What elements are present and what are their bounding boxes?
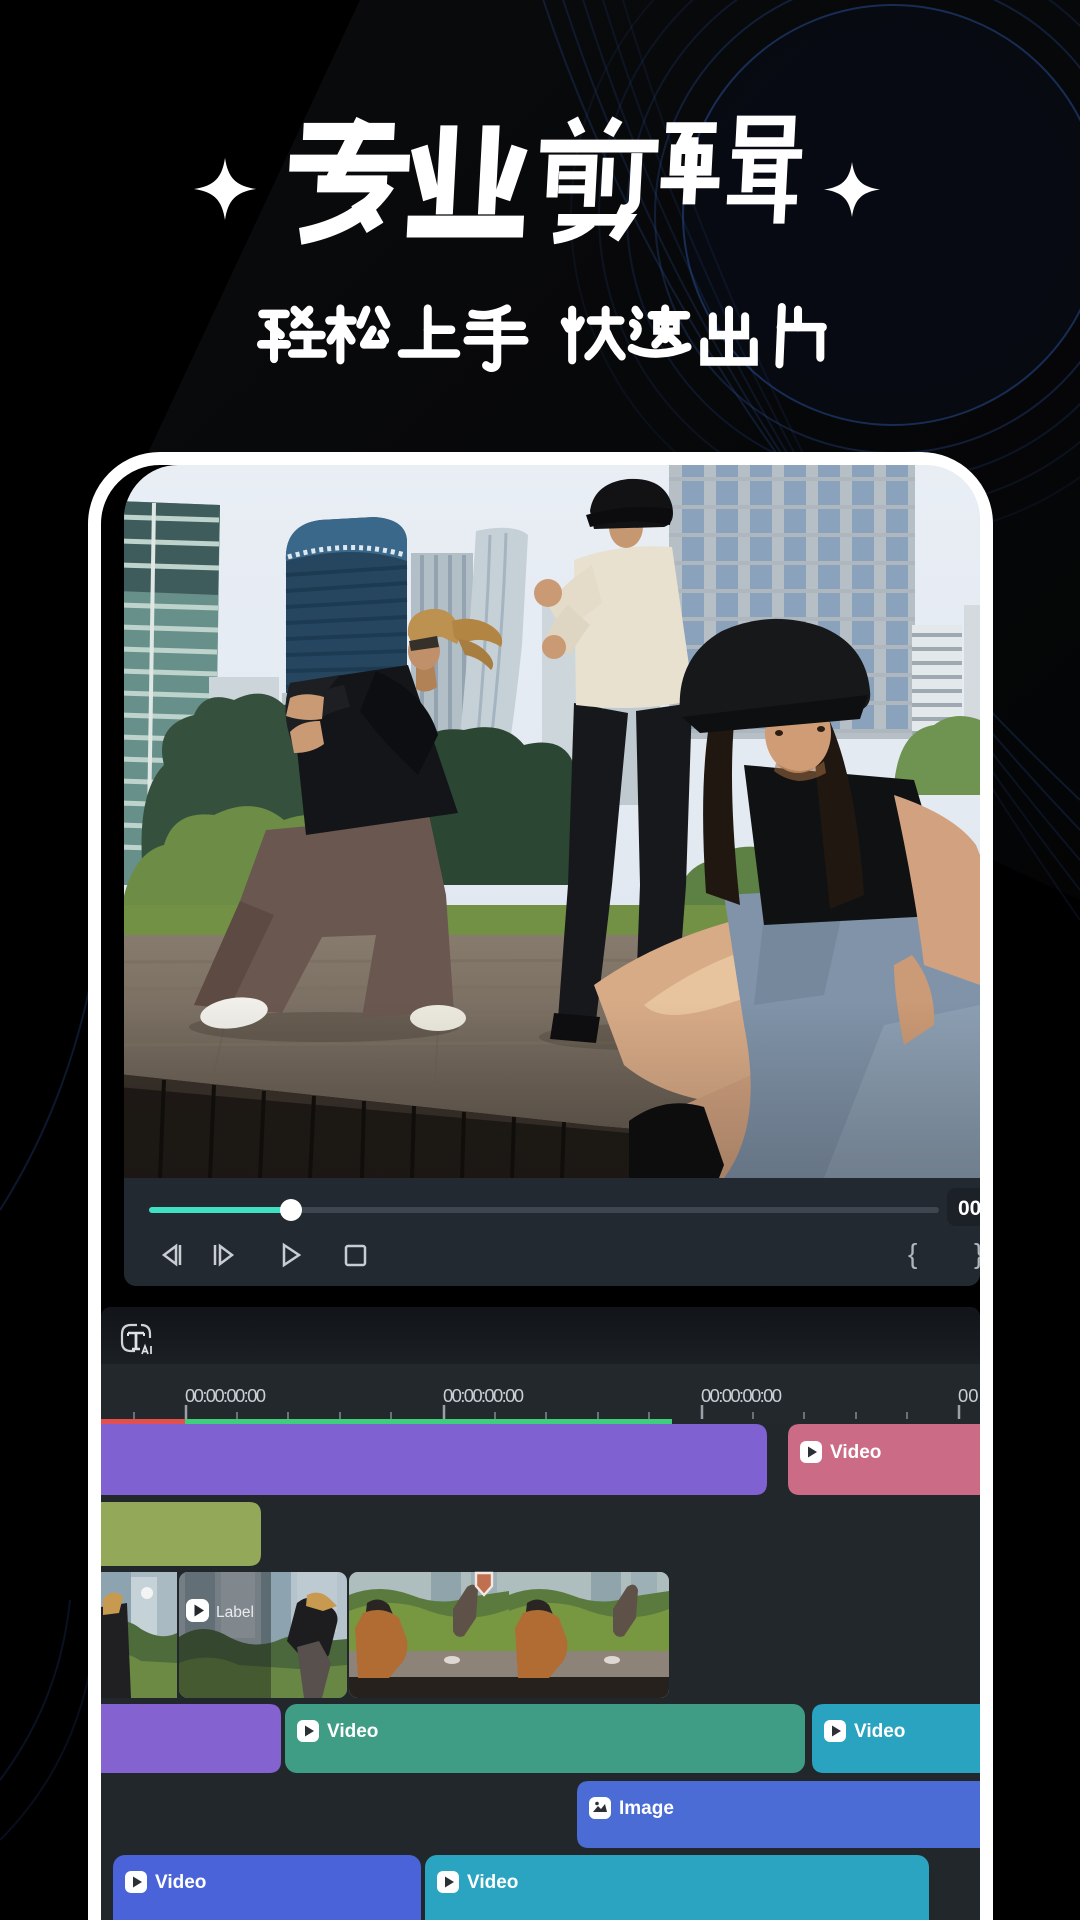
svg-text:Video: Video bbox=[467, 1872, 518, 1893]
svg-text:{: { bbox=[908, 1238, 917, 1269]
svg-text:00:00:00:00: 00:00:00:00 bbox=[185, 1385, 266, 1406]
svg-text:00:00:00:00: 00:00:00:00 bbox=[701, 1385, 782, 1406]
svg-text:Video: Video bbox=[830, 1442, 881, 1463]
svg-text:}: } bbox=[974, 1238, 980, 1269]
svg-text:Video: Video bbox=[155, 1872, 206, 1893]
svg-text:00:: 00: bbox=[958, 1385, 980, 1406]
svg-text:00:00:00:00: 00:00:00:00 bbox=[443, 1385, 524, 1406]
svg-text:Label: Label bbox=[216, 1604, 254, 1621]
svg-text:Image: Image bbox=[619, 1798, 674, 1819]
svg-text:Video: Video bbox=[854, 1721, 905, 1742]
svg-text:00: 00 bbox=[958, 1197, 980, 1220]
svg-text:Video: Video bbox=[327, 1721, 378, 1742]
